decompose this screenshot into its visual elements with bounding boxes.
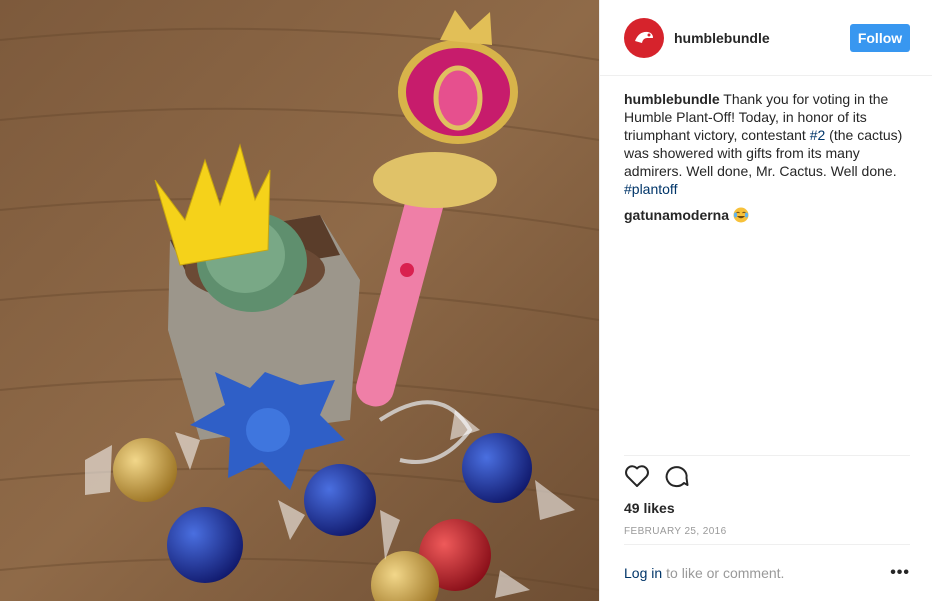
comment-username[interactable]: gatunamoderna (624, 206, 729, 224)
login-link[interactable]: Log in (624, 565, 662, 581)
heart-icon[interactable] (624, 464, 650, 488)
avatar[interactable] (624, 17, 664, 58)
post-header: humblebundle Follow (600, 0, 932, 76)
comment-icon[interactable] (664, 464, 690, 488)
header-username[interactable]: humblebundle (674, 30, 850, 46)
caption-username[interactable]: humblebundle (624, 91, 720, 107)
action-bar (624, 464, 690, 488)
caption-hashtag-link[interactable]: #plantoff (624, 181, 677, 197)
likes-count[interactable]: 49 likes (624, 500, 675, 516)
post-sidebar: humblebundle Follow humblebundle Thank y… (599, 0, 932, 601)
actions-divider (624, 455, 910, 456)
photo-illustration (0, 0, 599, 601)
post-date[interactable]: February 25, 2016 (624, 526, 727, 537)
more-options-button[interactable]: ••• (890, 564, 910, 582)
crying-laughing-emoji-icon (733, 207, 749, 223)
caption-mention-link[interactable]: #2 (810, 127, 826, 143)
humble-logo-icon (635, 31, 653, 43)
comment-item: gatunamoderna (624, 206, 910, 224)
login-footer: Log in to like or comment. ••• (624, 544, 910, 601)
post-caption: humblebundle Thank you for voting in the… (624, 90, 910, 198)
follow-button[interactable]: Follow (850, 23, 910, 52)
instagram-post: humblebundle Follow humblebundle Thank y… (0, 0, 932, 601)
comments-section: humblebundle Thank you for voting in the… (600, 76, 932, 224)
post-photo[interactable] (0, 0, 599, 601)
login-prompt-text: to like or comment. (666, 565, 785, 581)
